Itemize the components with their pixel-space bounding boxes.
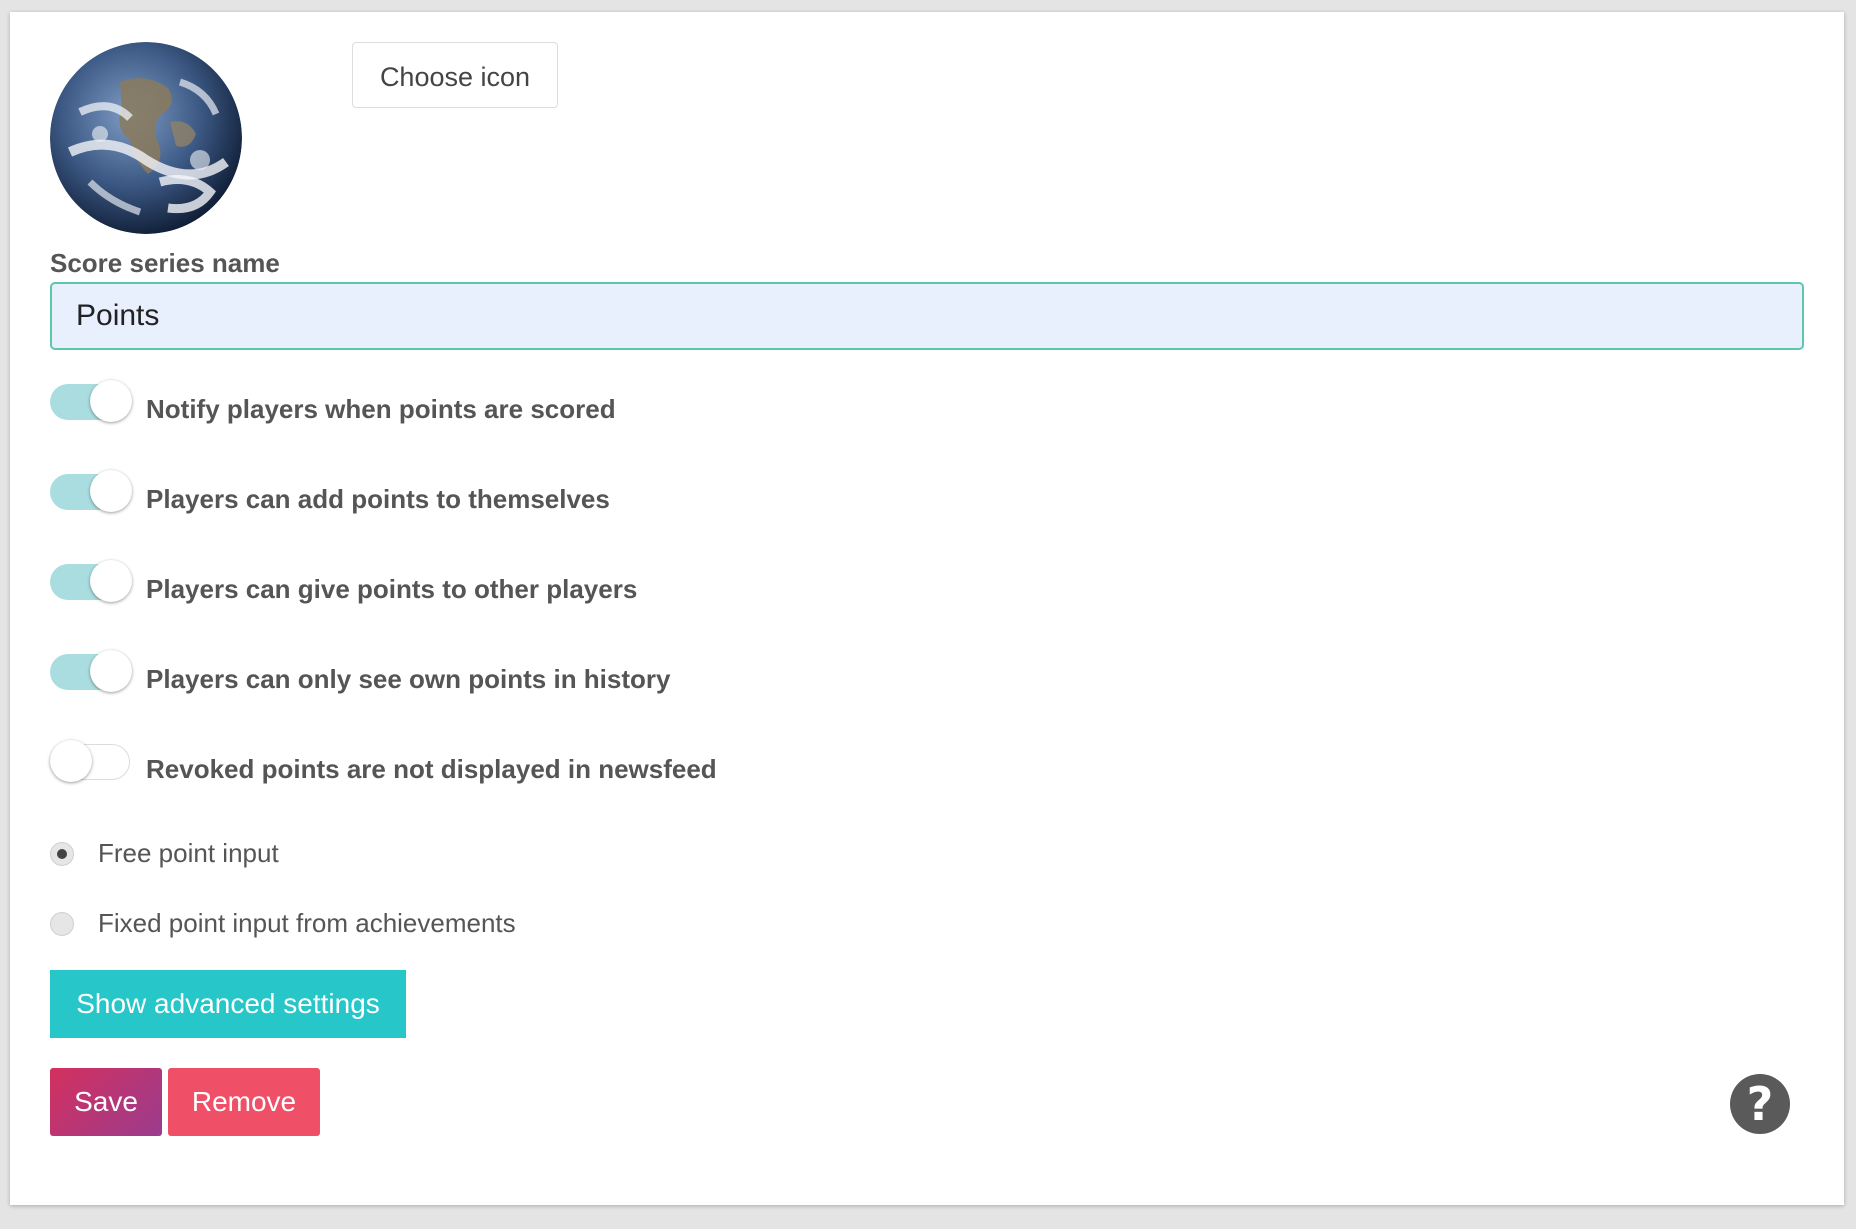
score-series-card: Choose icon Score series name Notify pla… — [10, 12, 1844, 1205]
fixed-point-input-radio[interactable] — [50, 912, 74, 936]
give-points-others-toggle[interactable] — [50, 560, 132, 604]
choose-icon-button[interactable]: Choose icon — [352, 42, 558, 108]
toggle-row-add-points-self: Players can add points to themselves — [50, 470, 950, 518]
series-name-label: Score series name — [50, 248, 280, 278]
notify-players-toggle[interactable] — [50, 380, 132, 424]
free-point-input-radio[interactable] — [50, 842, 74, 866]
show-advanced-settings-button[interactable]: Show advanced settings — [50, 970, 406, 1038]
remove-button[interactable]: Remove — [168, 1068, 320, 1136]
toggle-knob — [50, 740, 92, 782]
radio-row-fixed-point-input: Fixed point input from achievements — [50, 904, 750, 944]
toggle-knob — [90, 650, 132, 692]
toggle-row-own-points-history: Players can only see own points in histo… — [50, 650, 950, 698]
toggle-label: Players can only see own points in histo… — [146, 664, 671, 694]
toggle-row-give-points-others: Players can give points to other players — [50, 560, 950, 608]
toggle-label: Notify players when points are scored — [146, 394, 616, 424]
toggle-knob — [90, 560, 132, 602]
toggle-row-revoked-points: Revoked points are not displayed in news… — [50, 740, 950, 788]
toggle-label: Players can give points to other players — [146, 574, 638, 604]
revoked-points-toggle[interactable] — [50, 740, 132, 784]
earth-globe-icon — [50, 42, 242, 234]
toggle-label: Revoked points are not displayed in news… — [146, 754, 717, 784]
toggle-knob — [90, 470, 132, 512]
series-name-input[interactable] — [50, 282, 1804, 350]
radio-label: Fixed point input from achievements — [98, 908, 516, 938]
radio-label: Free point input — [98, 838, 279, 868]
toggle-knob — [90, 380, 132, 422]
save-button[interactable]: Save — [50, 1068, 162, 1136]
add-points-self-toggle[interactable] — [50, 470, 132, 514]
toggle-row-notify-players: Notify players when points are scored — [50, 380, 950, 428]
question-mark-icon[interactable]: ? — [1730, 1074, 1790, 1134]
own-points-history-toggle[interactable] — [50, 650, 132, 694]
toggle-label: Players can add points to themselves — [146, 484, 610, 514]
radio-row-free-point-input: Free point input — [50, 834, 750, 874]
